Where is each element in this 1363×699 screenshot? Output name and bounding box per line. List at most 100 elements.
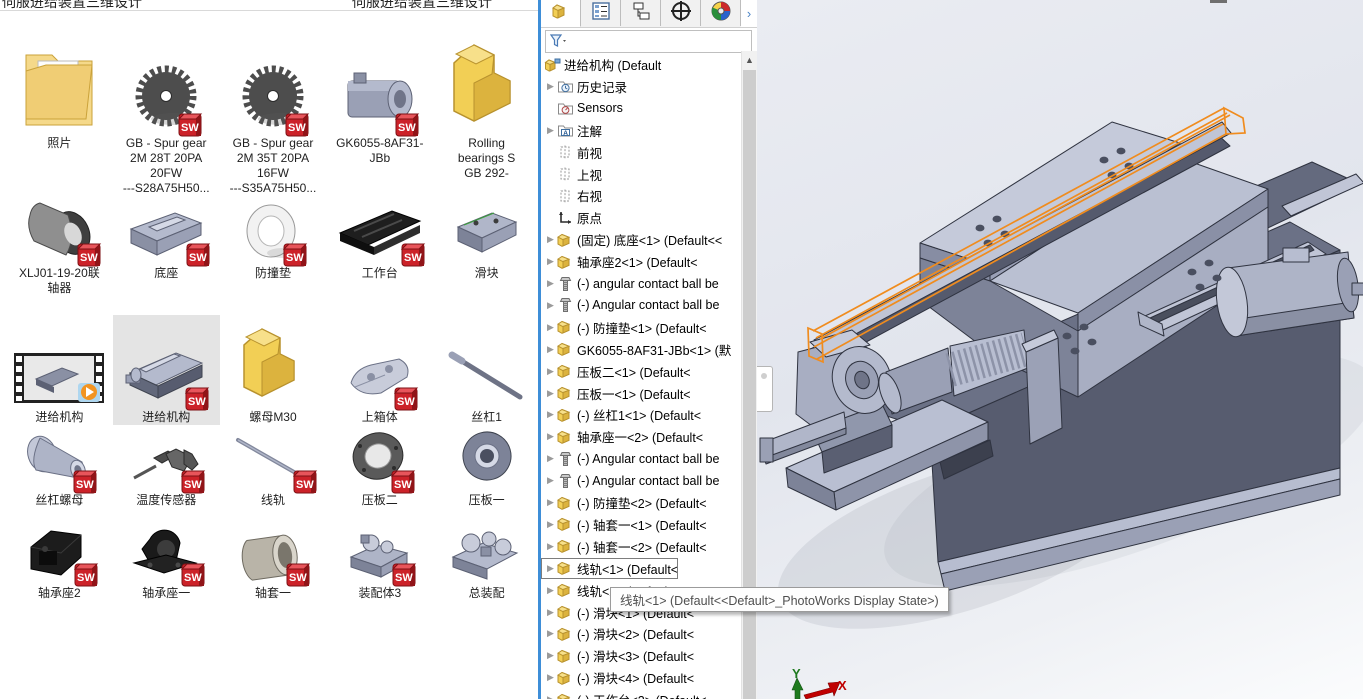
file-item-8[interactable]: SW 防撞垫	[220, 197, 327, 296]
file-item-1[interactable]: 照片	[6, 33, 113, 196]
tree-item-27[interactable]: ▶(-) 滑块<2> (Default<	[541, 623, 694, 644]
tree-item-label: (-) Angular contact ball be	[577, 298, 719, 312]
tree-item-20[interactable]: ▶(-) Angular contact ball be	[541, 470, 719, 491]
breadcrumb[interactable]: 伺服进给装置三维设计	[2, 0, 142, 11]
file-item-14[interactable]: SW 上箱体	[326, 315, 433, 425]
solidworks-badge-icon: SW	[181, 467, 208, 494]
tree-item-12[interactable]: ▶ (-) Angular contact ball be	[541, 295, 719, 316]
tree-item-24[interactable]: ▶线轨<1> (Default<	[541, 558, 678, 579]
tab-displaymanager[interactable]	[701, 0, 741, 26]
tree-item-10[interactable]: ▶轴承座2<1> (Default<	[541, 251, 698, 272]
scroll-up-icon[interactable]: ▲	[742, 51, 757, 68]
expand-arrow-icon[interactable]: ▶	[544, 541, 557, 552]
expand-arrow-icon[interactable]: ▶	[544, 453, 557, 464]
tree-item-14[interactable]: ▶GK6055-8AF31-JBb<1> (默	[541, 339, 731, 360]
tab-configurationmanager[interactable]	[621, 0, 661, 26]
expand-arrow-icon[interactable]: ▶	[544, 431, 557, 442]
tree-item-29[interactable]: ▶(-) 滑块<4> (Default<	[541, 667, 694, 688]
tree-item-6[interactable]: 上视	[541, 164, 602, 185]
expand-arrow-icon[interactable]: ▶	[544, 300, 557, 311]
file-item-3[interactable]: SW GB - Spur gear2M 35T 20PA16FW---S35A7…	[220, 33, 327, 196]
tree-item-1[interactable]: 进给机构 (Default	[544, 54, 661, 75]
tree-item-label: 进给机构 (Default	[564, 55, 661, 74]
tree-item-22[interactable]: ▶(-) 轴套一<1> (Default<	[541, 514, 707, 535]
expand-arrow-icon[interactable]: ▶	[544, 628, 557, 639]
expand-arrow-icon[interactable]: ▶	[544, 694, 557, 699]
expand-arrow-icon[interactable]: ▶	[544, 256, 557, 267]
file-item-21[interactable]: SW 轴承座2	[6, 523, 113, 601]
file-item-13[interactable]: 螺母M30	[220, 315, 327, 425]
tab-dimxpertmanager[interactable]	[661, 0, 701, 26]
file-item-10[interactable]: 滑块	[433, 197, 540, 296]
svg-text:SW: SW	[404, 252, 422, 264]
file-item-11[interactable]: 进给机构	[6, 315, 113, 425]
expand-arrow-icon[interactable]: ▶	[544, 563, 557, 574]
expand-arrow-icon[interactable]: ▶	[544, 81, 557, 92]
expand-arrow-icon[interactable]: ▶	[544, 366, 557, 377]
tree-item-5[interactable]: 前视	[541, 142, 602, 163]
expand-arrow-icon[interactable]: ▶	[544, 497, 557, 508]
file-item-20[interactable]: 压板一	[433, 432, 540, 508]
expand-arrow-icon[interactable]: ▶	[544, 409, 557, 420]
filter-input[interactable]	[572, 32, 751, 51]
file-item-18[interactable]: SW 线轨	[220, 432, 327, 508]
part-icon	[557, 626, 574, 642]
file-item-thumbnail: SW	[341, 315, 419, 407]
tree-item-19[interactable]: ▶(-) Angular contact ball be	[541, 448, 719, 469]
tree-item-3[interactable]: Sensors	[541, 98, 623, 119]
expand-arrow-icon[interactable]: ▶	[544, 607, 557, 618]
tree-item-15[interactable]: ▶压板二<1> (Default<	[541, 361, 691, 382]
file-item-24[interactable]: SW 装配体3	[326, 523, 433, 601]
tree-item-label: (-) 工作台<2> (Default<	[577, 690, 707, 699]
file-item-15[interactable]: 丝杠1	[433, 315, 540, 425]
file-item-6[interactable]: SW XLJ01-19-20联轴器	[6, 197, 113, 296]
expand-arrow-icon[interactable]: ▶	[544, 585, 557, 596]
file-item-5[interactable]: Rollingbearings SGB 292-	[433, 33, 540, 196]
expand-arrow-icon[interactable]: ▶	[544, 322, 557, 333]
solidworks-badge-icon: SW	[394, 384, 421, 411]
file-item-16[interactable]: SW 丝杠螺母	[6, 432, 113, 508]
file-item-2[interactable]: SW GB - Spur gear2M 28T 20PA20FW---S28A7…	[113, 33, 220, 196]
expand-arrow-icon[interactable]: ▶	[544, 388, 557, 399]
file-item-12[interactable]: SW 进给机构	[113, 315, 220, 425]
tree-item-8[interactable]: 原点	[541, 207, 602, 228]
expand-arrow-icon[interactable]: ▶	[544, 344, 557, 355]
file-item-22[interactable]: SW 轴承座一	[113, 523, 220, 601]
tree-item-18[interactable]: ▶轴承座一<2> (Default<	[541, 426, 703, 447]
file-item-19[interactable]: SW 压板二	[326, 432, 433, 508]
file-item-23[interactable]: SW 轴套一	[220, 523, 327, 601]
file-item-4[interactable]: SW GK6055-8AF31-JBb	[326, 33, 433, 196]
file-item-label: 上箱体	[362, 410, 398, 425]
tree-item-17[interactable]: ▶(-) 丝杠1<1> (Default<	[541, 404, 701, 425]
solidworks-badge-icon: SW	[186, 240, 213, 267]
tree-item-30[interactable]: ▶ (-) 工作台<2> (Default<	[541, 689, 707, 699]
file-item-label: GB - Spur gear	[230, 136, 317, 151]
expand-arrow-icon[interactable]: ▶	[544, 278, 557, 289]
panel-splitter-handle[interactable]	[757, 366, 773, 412]
breadcrumb[interactable]: 伺服进给装置三维设计	[352, 0, 492, 11]
tree-item-4[interactable]: ▶A注解	[541, 120, 602, 141]
expand-arrow-icon[interactable]: ▶	[544, 519, 557, 530]
filter-funnel-icon[interactable]	[546, 34, 572, 49]
expand-arrow-icon[interactable]: ▶	[544, 672, 557, 683]
expand-arrow-icon[interactable]: ▶	[544, 125, 557, 136]
tree-item-2[interactable]: ▶历史记录	[541, 76, 627, 97]
tree-item-16[interactable]: ▶压板一<1> (Default<	[541, 383, 691, 404]
tree-item-21[interactable]: ▶(-) 防撞垫<2> (Default<	[541, 492, 707, 513]
file-item-25[interactable]: 总装配	[433, 523, 540, 601]
expand-arrow-icon[interactable]: ▶	[544, 475, 557, 486]
tree-item-13[interactable]: ▶(-) 防撞垫<1> (Default<	[541, 317, 707, 338]
file-item-17[interactable]: SW 温度传感器	[113, 432, 220, 508]
tab-overflow-chevron[interactable]: ›	[741, 0, 757, 27]
expand-arrow-icon[interactable]: ▶	[544, 650, 557, 661]
tree-item-7[interactable]: 右视	[541, 185, 602, 206]
tree-item-9[interactable]: ▶(固定) 底座<1> (Default<<	[541, 229, 722, 250]
tab-propertymanager[interactable]	[581, 0, 621, 26]
tree-item-23[interactable]: ▶(-) 轴套一<2> (Default<	[541, 536, 707, 557]
file-item-7[interactable]: SW 底座	[113, 197, 220, 296]
expand-arrow-icon[interactable]: ▶	[544, 234, 557, 245]
tree-item-28[interactable]: ▶(-) 滑块<3> (Default<	[541, 645, 694, 666]
tab-featuremanager[interactable]	[541, 0, 581, 27]
file-item-9[interactable]: SW 工作台	[326, 197, 433, 296]
tree-item-11[interactable]: ▶(-) angular contact ball be	[541, 273, 719, 294]
